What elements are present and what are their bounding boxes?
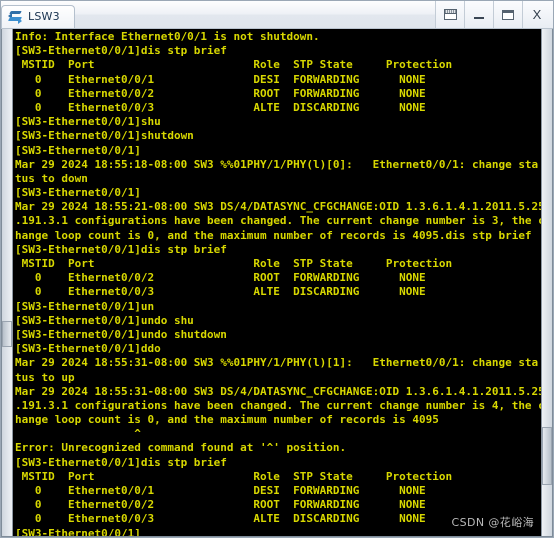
terminal-line: [SW3-Ethernet0/0/1]un xyxy=(15,299,155,313)
terminal-area: Info: Interface Ethernet0/0/1 is not shu… xyxy=(1,29,553,537)
terminal-line: 0 Ethernet0/0/3 ALTE DISCARDING NONE xyxy=(15,100,426,114)
maximize-icon xyxy=(502,9,514,20)
restore-window-button[interactable] xyxy=(435,1,464,28)
terminal-line: [SW3-Ethernet0/0/1]shutdown xyxy=(15,129,194,143)
terminal-line: 0 Ethernet0/0/1 DESI FORWARDING NONE xyxy=(15,72,426,86)
terminal-line: Error: Unrecognized command found at '^'… xyxy=(15,441,347,455)
window-tab-lsw3[interactable]: LSW3 xyxy=(1,4,75,28)
terminal-line: 0 Ethernet0/0/2 ROOT FORWARDING NONE xyxy=(15,498,426,512)
terminal-window: LSW3 X Info: Interface Ethernet0/0/1 is … xyxy=(0,0,554,538)
restore-icon xyxy=(443,9,457,20)
terminal-line: [SW3-Ethernet0/0/1]undo shutdown xyxy=(15,327,227,341)
terminal-line: [SW3-Ethernet0/0/1] xyxy=(15,186,141,200)
window-titlebar: LSW3 X xyxy=(1,1,553,29)
terminal-line: hange loop count is 0, and the maximum n… xyxy=(15,413,439,427)
left-scrollbar[interactable] xyxy=(2,29,13,536)
terminal-line: .191.3.1 configurations have been change… xyxy=(15,398,541,412)
terminal-line: tus to down xyxy=(15,171,88,185)
terminal-line: [SW3-Ethernet0/0/1]undo shu xyxy=(15,313,194,327)
terminal-line: Info: Interface Ethernet0/0/1 is not shu… xyxy=(15,30,320,43)
terminal-line: MSTID Port Role STP State Protection xyxy=(15,469,453,483)
terminal-line: Mar 29 2024 18:55:21-08:00 SW3 DS/4/DATA… xyxy=(15,200,541,214)
left-scrollbar-thumb[interactable] xyxy=(2,321,12,347)
window-title-label: LSW3 xyxy=(28,10,60,23)
terminal-output: Info: Interface Ethernet0/0/1 is not shu… xyxy=(13,29,541,536)
switch-icon xyxy=(7,10,24,24)
terminal-line: 0 Ethernet0/0/1 DESI FORWARDING NONE xyxy=(15,484,426,497)
terminal-line: 0 Ethernet0/0/2 ROOT FORWARDING NONE xyxy=(15,271,426,285)
terminal-line: [SW3-Ethernet0/0/1]shu xyxy=(15,115,161,129)
terminal-line: 0 Ethernet0/0/2 ROOT FORWARDING NONE xyxy=(15,86,426,100)
terminal-line: .191.3.1 configurations have been change… xyxy=(15,214,541,228)
window-controls: X xyxy=(435,1,553,28)
terminal-line: [SW3-Ethernet0/0/1]dis stp brief xyxy=(15,242,227,256)
terminal-line: [SW3-Ethernet0/0/1] xyxy=(15,526,141,536)
maximize-window-button[interactable] xyxy=(493,1,522,28)
terminal-line: 0 Ethernet0/0/3 ALTE DISCARDING NONE xyxy=(15,512,426,526)
close-icon: X xyxy=(532,7,542,22)
terminal-line: ^ xyxy=(15,427,141,441)
terminal-line: [SW3-Ethernet0/0/1]ddo xyxy=(15,342,161,356)
terminal-line: Mar 29 2024 18:55:31-08:00 SW3 %%01PHY/1… xyxy=(15,356,539,370)
terminal-line: Mar 29 2024 18:55:31-08:00 SW3 DS/4/DATA… xyxy=(15,384,541,398)
terminal-line: 0 Ethernet0/0/3 ALTE DISCARDING NONE xyxy=(15,285,426,299)
terminal-line: MSTID Port Role STP State Protection xyxy=(15,58,453,72)
terminal-line: tus to up xyxy=(15,370,75,384)
terminal-line: [SW3-Ethernet0/0/1]dis stp brief xyxy=(15,455,227,469)
close-window-button[interactable]: X xyxy=(522,1,553,28)
terminal-line: Mar 29 2024 18:55:18-08:00 SW3 %%01PHY/1… xyxy=(15,157,539,171)
terminal-console[interactable]: Info: Interface Ethernet0/0/1 is not shu… xyxy=(13,29,541,536)
right-scrollbar-thumb[interactable] xyxy=(542,427,552,485)
minimize-window-button[interactable] xyxy=(464,1,493,28)
terminal-line: [SW3-Ethernet0/0/1]dis stp brief xyxy=(15,44,227,58)
minimize-icon xyxy=(474,16,484,19)
terminal-line: hange loop count is 0, and the maximum n… xyxy=(15,228,532,242)
right-scrollbar[interactable] xyxy=(541,29,552,536)
terminal-line: [SW3-Ethernet0/0/1] xyxy=(15,143,141,157)
terminal-line: MSTID Port Role STP State Protection xyxy=(15,257,453,270)
